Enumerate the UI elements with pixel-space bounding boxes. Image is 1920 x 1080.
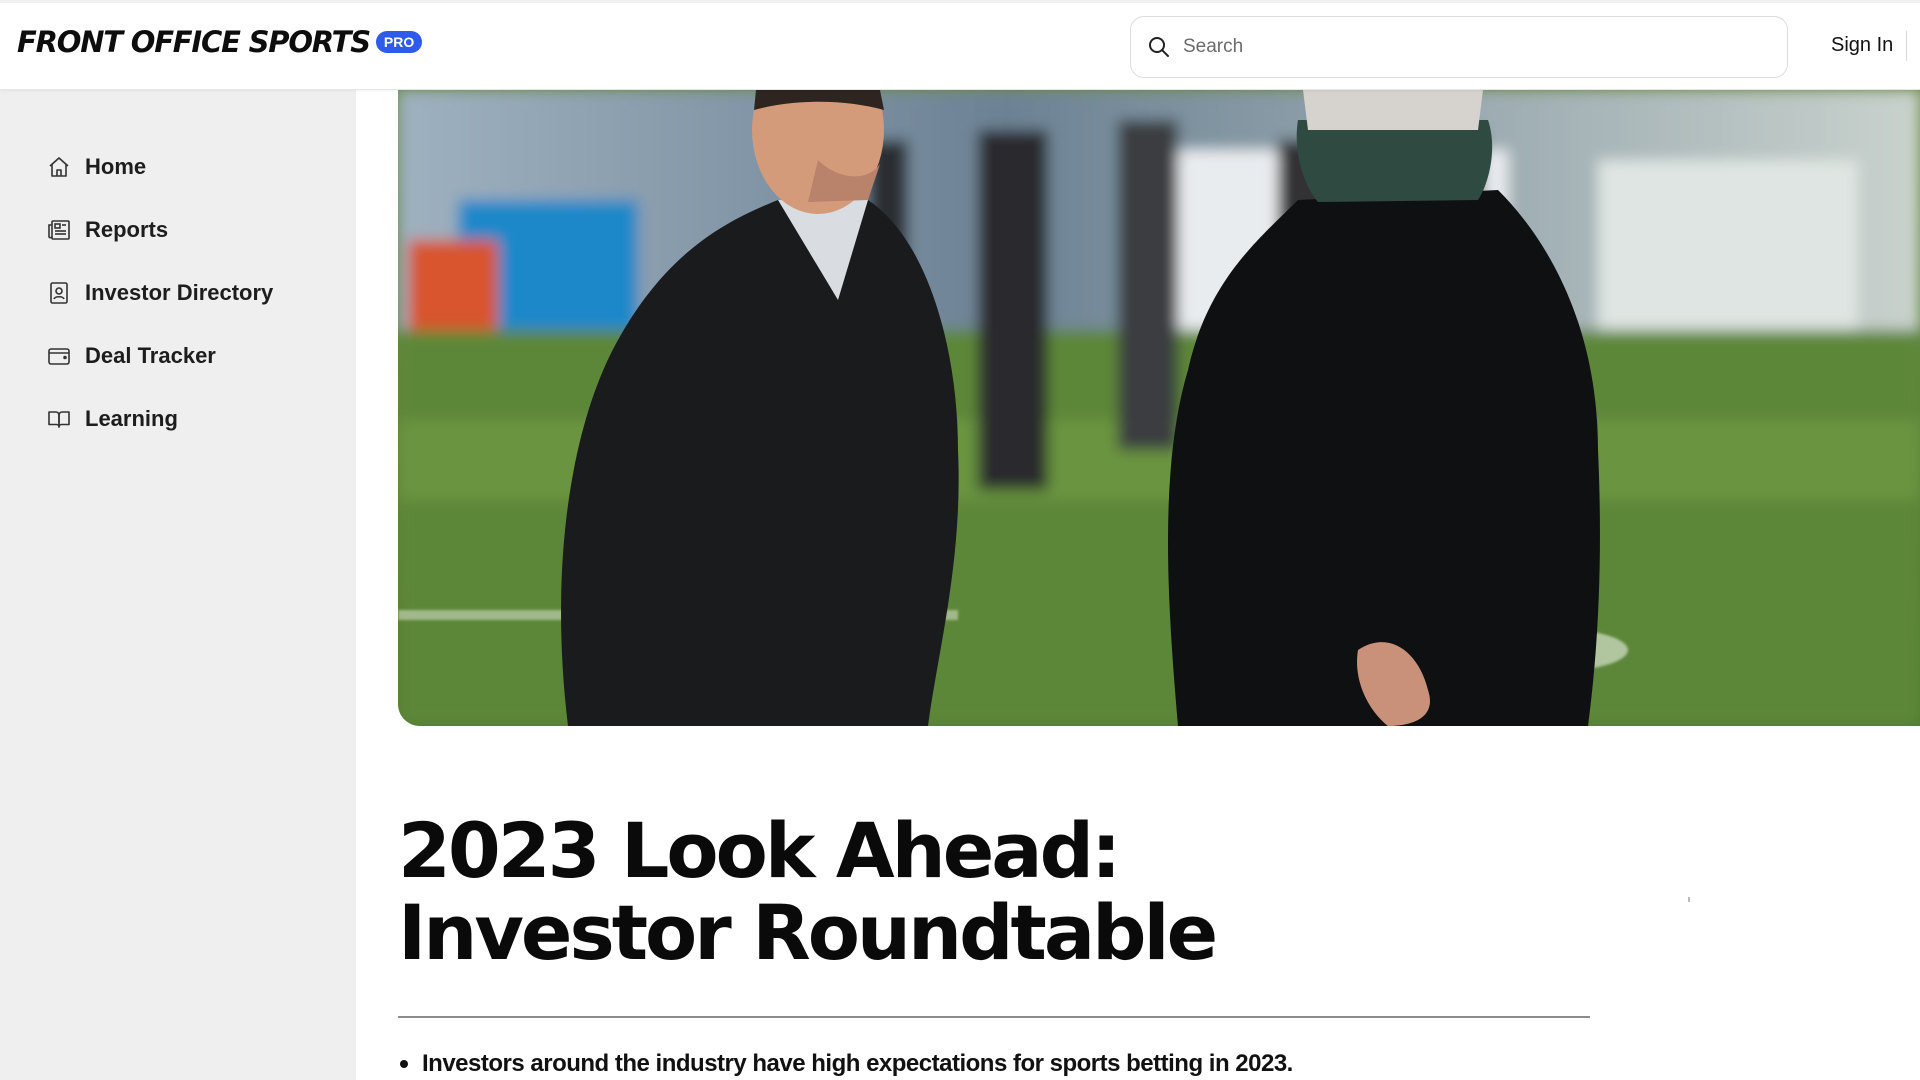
contact-card-icon	[46, 280, 72, 306]
logo-wordmark: FRONT OFFICE SPORTS	[17, 25, 371, 59]
search-box[interactable]	[1130, 16, 1788, 78]
title-divider	[398, 1016, 1590, 1018]
sidebar-item-reports[interactable]: Reports	[46, 217, 168, 243]
pro-badge: PRO	[375, 31, 423, 53]
newspaper-icon	[46, 217, 72, 243]
search-icon	[1149, 37, 1169, 57]
decorative-speck	[1688, 897, 1690, 902]
article-bullet: Investors around the industry have high …	[400, 1050, 1293, 1078]
article-title: 2023 Look Ahead: Investor Roundtable	[398, 806, 1218, 977]
sidebar-item-investor-directory[interactable]: Investor Directory	[46, 280, 273, 306]
sign-in-link[interactable]: Sign In	[1831, 34, 1893, 57]
sidebar-item-label: Reports	[85, 217, 169, 242]
search-input[interactable]	[1183, 36, 1743, 58]
sidebar-item-home[interactable]: Home	[46, 154, 146, 180]
bullet-text: Investors around the industry have high …	[422, 1050, 1293, 1077]
sidebar-item-label: Investor Directory	[85, 280, 274, 305]
sidebar-item-deal-tracker[interactable]: Deal Tracker	[46, 343, 216, 369]
bullet-dot	[400, 1060, 408, 1068]
top-header: FRONT OFFICE SPORTS PRO Sign In	[0, 0, 1920, 90]
header-divider	[1906, 31, 1907, 61]
home-icon	[46, 154, 72, 180]
wallet-icon	[46, 343, 72, 369]
hero-image	[398, 90, 1920, 726]
book-icon	[46, 406, 72, 432]
sidebar-item-label: Deal Tracker	[85, 343, 216, 368]
sidebar-item-learning[interactable]: Learning	[46, 406, 178, 432]
sidebar-item-label: Learning	[85, 406, 178, 431]
site-logo[interactable]: FRONT OFFICE SPORTS PRO	[17, 25, 423, 59]
sidebar-item-label: Home	[85, 154, 147, 179]
sidebar: Home Reports Investor Directory Deal Tra…	[0, 90, 356, 1080]
